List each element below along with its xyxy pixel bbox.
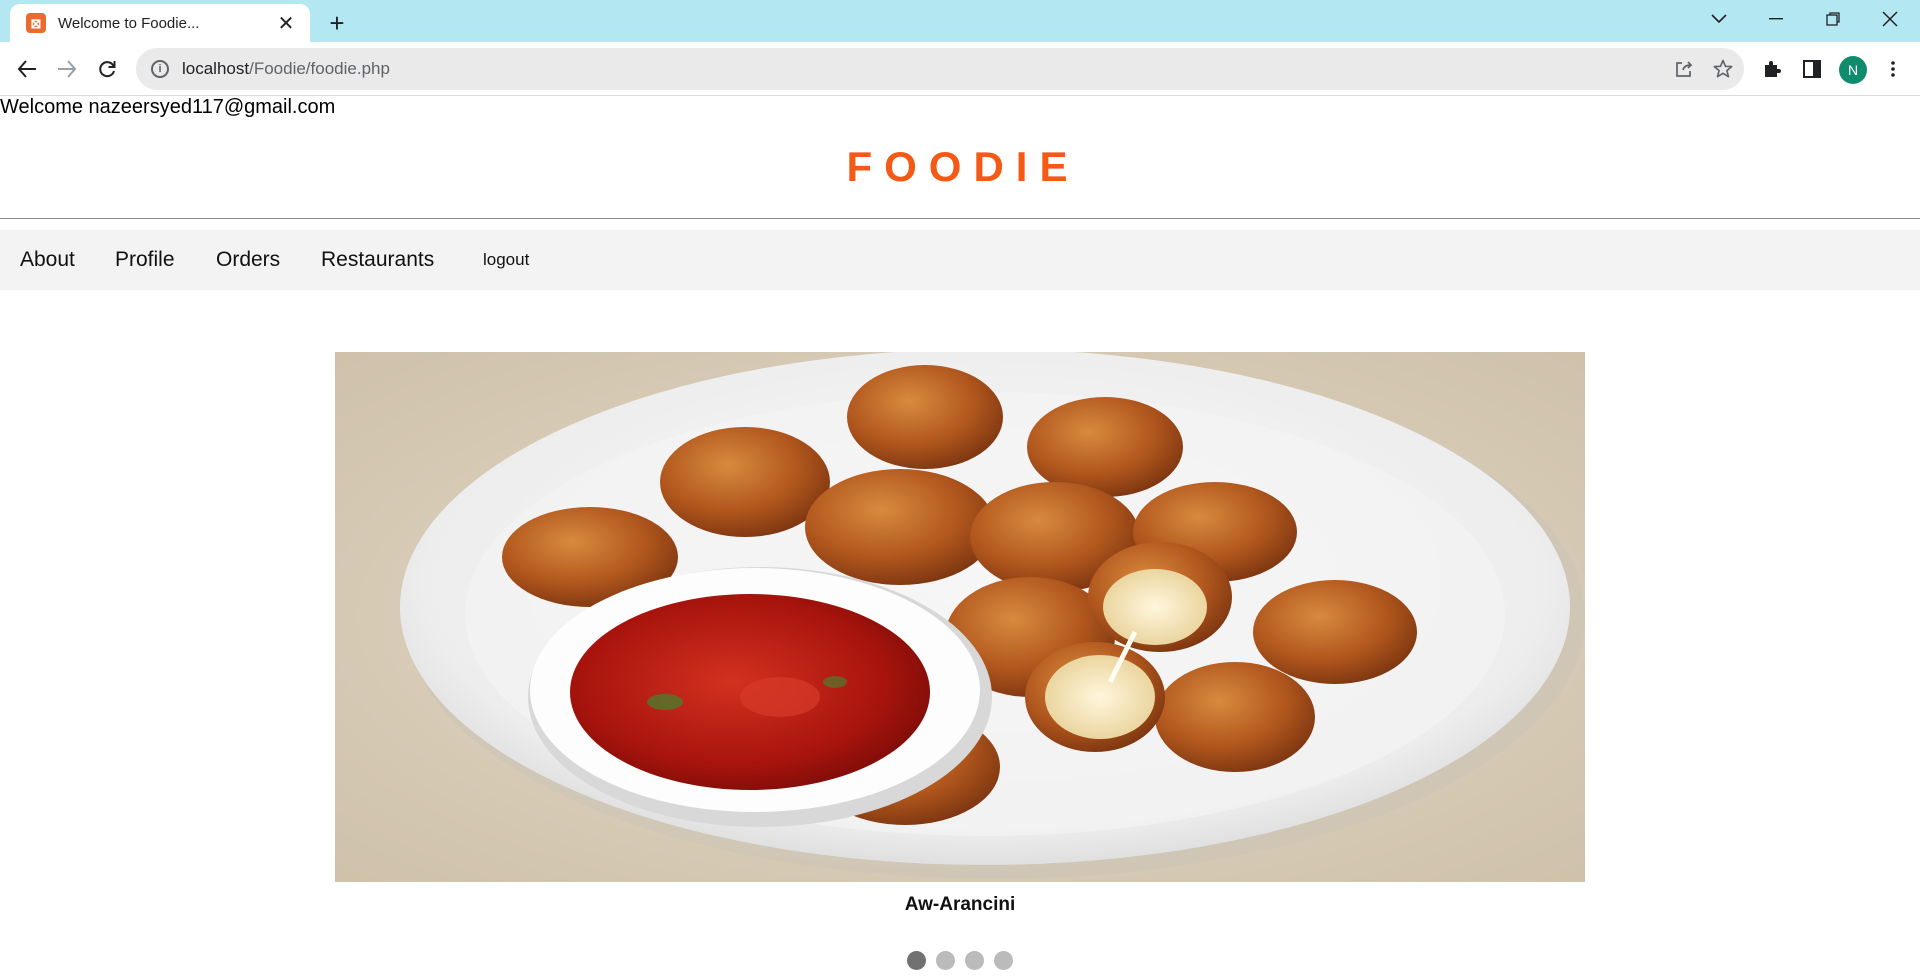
minimize-icon[interactable]: [1753, 4, 1799, 34]
extensions-icon[interactable]: [1759, 56, 1785, 82]
welcome-message: Welcome nazeersyed117@gmail.com: [0, 96, 336, 118]
bookmark-star-icon[interactable]: [1711, 57, 1735, 81]
forward-icon[interactable]: [52, 54, 82, 84]
nav-logout[interactable]: logout: [483, 230, 529, 290]
tab-search-icon[interactable]: [1696, 4, 1742, 34]
close-tab-icon[interactable]: ✕: [274, 11, 298, 35]
url-text[interactable]: localhost/Foodie/foodie.php: [182, 59, 390, 79]
back-icon[interactable]: [12, 54, 42, 84]
tab-strip: ⊠ Welcome to Foodie... ✕ +: [0, 0, 1920, 42]
carousel-indicators: [0, 951, 1920, 970]
address-bar[interactable]: i localhost/Foodie/foodie.php: [136, 48, 1744, 90]
nav-profile[interactable]: Profile: [115, 230, 175, 290]
carousel-dot[interactable]: [994, 951, 1013, 970]
side-panel-icon[interactable]: [1799, 56, 1825, 82]
menu-kebab-icon[interactable]: [1880, 56, 1906, 82]
carousel-caption: Aw-Arancini: [904, 894, 1016, 915]
favicon-icon: ⊠: [26, 13, 46, 33]
reload-icon[interactable]: [92, 54, 122, 84]
food-photo: [335, 352, 1585, 882]
site-logo-text: FOODIE: [846, 143, 1080, 190]
tab-title: Welcome to Foodie...: [58, 14, 200, 32]
header-divider: [0, 218, 1920, 219]
nav-restaurants[interactable]: Restaurants: [321, 230, 434, 290]
close-window-icon[interactable]: [1867, 4, 1913, 34]
profile-avatar[interactable]: N: [1839, 56, 1867, 84]
carousel-dot[interactable]: [965, 951, 984, 970]
carousel-dot[interactable]: [907, 951, 926, 970]
main-nav: About Profile Orders Restaurants logout: [0, 230, 1920, 290]
carousel-slide-image[interactable]: [335, 352, 1585, 882]
new-tab-icon[interactable]: +: [322, 8, 352, 38]
share-icon[interactable]: [1672, 57, 1696, 81]
nav-orders[interactable]: Orders: [216, 230, 280, 290]
browser-toolbar: i localhost/Foodie/foodie.php: [0, 42, 1920, 96]
nav-about[interactable]: About: [20, 230, 75, 290]
restore-icon[interactable]: [1810, 4, 1856, 34]
site-info-icon[interactable]: i: [151, 60, 169, 78]
browser-tab[interactable]: ⊠ Welcome to Foodie... ✕: [10, 4, 310, 42]
carousel-dot[interactable]: [936, 951, 955, 970]
